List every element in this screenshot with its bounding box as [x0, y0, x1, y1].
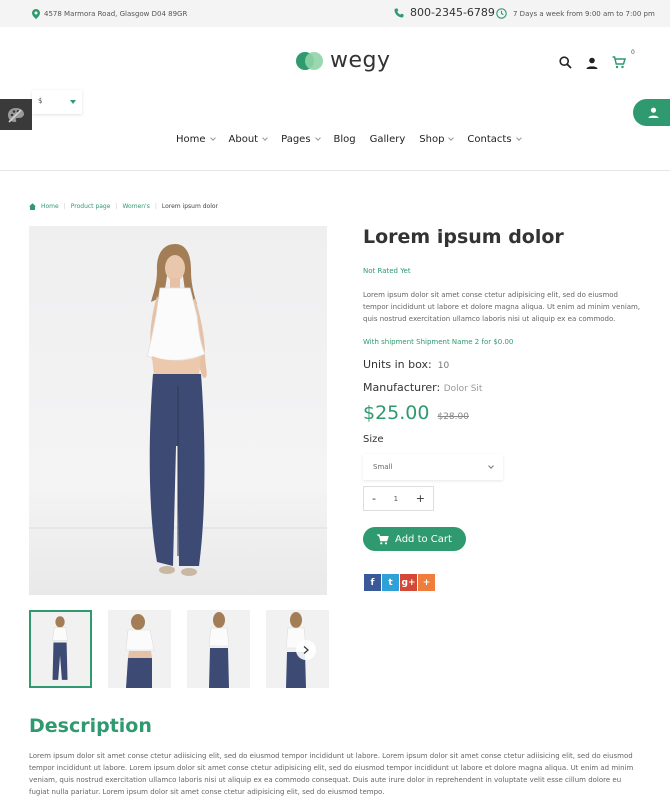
- nav-item-shop[interactable]: Shop: [419, 134, 455, 145]
- quantity-increase-button[interactable]: +: [416, 492, 425, 505]
- nav-label: Shop: [419, 134, 445, 145]
- cart-count-badge: 0: [631, 49, 635, 56]
- breadcrumb-product-page[interactable]: Product page: [71, 203, 111, 210]
- palette-icon: [8, 107, 24, 123]
- header-divider: [0, 170, 670, 171]
- social-share: f t g+ +: [364, 574, 435, 591]
- thumbnail-image: [52, 616, 68, 680]
- phone-icon: [394, 8, 404, 17]
- breadcrumb-current: Lorem ipsum dolor: [161, 203, 219, 210]
- opening-hours: 7 Days a week from 9:00 am to 7:00 pm: [496, 8, 655, 19]
- current-price: $25.00: [363, 402, 430, 424]
- quantity-value[interactable]: 1: [394, 495, 398, 503]
- product-rating: Not Rated Yet: [363, 267, 411, 275]
- home-icon: [29, 203, 36, 210]
- breadcrumb-home[interactable]: Home: [41, 203, 59, 210]
- chevron-right-icon: [303, 646, 309, 654]
- account-toggle[interactable]: [633, 99, 670, 126]
- more-share-icon[interactable]: +: [418, 574, 435, 591]
- nav-item-pages[interactable]: Pages: [281, 134, 321, 145]
- location-pin-icon: [32, 9, 40, 19]
- units-label: Units in box:: [363, 358, 432, 371]
- logo-text: wegy: [330, 48, 391, 73]
- nav-label: Pages: [281, 134, 311, 145]
- thumbnail-next-button[interactable]: [296, 640, 316, 660]
- thumbnail-image: [125, 614, 155, 688]
- nav-label: Blog: [333, 134, 356, 145]
- thumbnail-3[interactable]: [187, 610, 250, 688]
- thumbnail-image: [208, 612, 230, 688]
- nav-item-blog[interactable]: Blog: [334, 134, 356, 145]
- main-nav: Home About Pages Blog Gallery Shop Conta…: [176, 134, 535, 145]
- cart-icon: [377, 533, 389, 544]
- nav-label: Gallery: [369, 134, 406, 145]
- nav-item-gallery[interactable]: Gallery: [370, 134, 406, 145]
- size-select[interactable]: Small: [363, 454, 503, 480]
- add-to-cart-button[interactable]: Add to Cart: [363, 527, 466, 551]
- chevron-down-icon: [488, 463, 494, 469]
- breadcrumb-separator: |: [63, 203, 66, 210]
- chevron-down-icon: [448, 135, 455, 141]
- price-block: $25.00 $28.00: [363, 402, 469, 424]
- currency-select[interactable]: $: [32, 90, 82, 114]
- chevron-down-icon: [262, 135, 268, 141]
- manufacturer-value[interactable]: Dolor Sit: [444, 384, 483, 394]
- google-plus-icon[interactable]: g+: [400, 574, 417, 591]
- old-price: $28.00: [437, 412, 469, 422]
- product-title: Lorem ipsum dolor: [363, 226, 564, 248]
- nav-item-home[interactable]: Home: [176, 134, 216, 145]
- site-logo[interactable]: wegy: [296, 48, 391, 73]
- chevron-down-icon: [209, 135, 216, 141]
- breadcrumb-separator: |: [154, 203, 157, 210]
- nav-label: Home: [176, 134, 206, 145]
- user-icon: [647, 107, 659, 118]
- description-heading: Description: [29, 715, 152, 737]
- address-text: 4578 Marmora Road, Glasgow D04 89GR: [44, 10, 188, 18]
- hours-text: 7 Days a week from 9:00 am to 7:00 pm: [513, 9, 655, 18]
- phone-number: 800-2345-6789: [410, 6, 495, 19]
- units-value: 10: [437, 361, 450, 371]
- add-to-cart-label: Add to Cart: [395, 533, 452, 545]
- search-icon[interactable]: [559, 56, 572, 69]
- address: 4578 Marmora Road, Glasgow D04 89GR: [32, 9, 187, 19]
- cart-icon[interactable]: [612, 56, 626, 69]
- product-main-image[interactable]: [29, 226, 327, 595]
- chevron-down-icon: [314, 135, 321, 141]
- nav-label: About: [228, 134, 259, 145]
- description-body: Lorem ipsum dolor sit amet conse ctetur …: [29, 752, 634, 796]
- thumbnail-2[interactable]: [108, 610, 171, 688]
- clock-icon: [496, 8, 507, 19]
- nav-item-contacts[interactable]: Contacts: [467, 134, 522, 145]
- manufacturer-label: Manufacturer:: [363, 381, 441, 394]
- shipment-info: With shipment Shipment Name 2 for $0.00: [363, 338, 514, 346]
- caret-down-icon: [70, 100, 76, 104]
- currency-value: $: [38, 97, 43, 105]
- product-short-description: Lorem ipsum dolor sit amet conse ctetur …: [363, 291, 641, 323]
- model-illustration: [29, 244, 327, 576]
- nav-label: Contacts: [467, 134, 512, 145]
- quantity-decrease-button[interactable]: -: [372, 492, 376, 505]
- twitter-icon[interactable]: t: [382, 574, 399, 591]
- user-icon[interactable]: [586, 57, 598, 69]
- phone[interactable]: 800-2345-6789: [394, 6, 495, 19]
- manufacturer: Manufacturer: Dolor Sit: [363, 381, 482, 394]
- breadcrumb-womens[interactable]: Women's: [122, 203, 149, 210]
- product-thumbnails: [29, 610, 329, 688]
- size-label: Size: [363, 434, 384, 445]
- quantity-stepper: - 1 +: [363, 486, 434, 511]
- style-switcher-toggle[interactable]: [0, 99, 32, 130]
- units-in-box: Units in box: 10: [363, 358, 449, 371]
- top-bar: 4578 Marmora Road, Glasgow D04 89GR 800-…: [0, 0, 670, 27]
- header-icons: [559, 56, 626, 69]
- nav-item-about[interactable]: About: [229, 134, 268, 145]
- facebook-icon[interactable]: f: [364, 574, 381, 591]
- size-selected-value: Small: [373, 463, 393, 471]
- breadcrumb-separator: |: [115, 203, 118, 210]
- logo-mark: [296, 51, 324, 71]
- thumbnail-1[interactable]: [29, 610, 92, 688]
- breadcrumb: Home | Product page | Women's | Lorem ip…: [29, 203, 218, 210]
- chevron-down-icon: [515, 135, 522, 141]
